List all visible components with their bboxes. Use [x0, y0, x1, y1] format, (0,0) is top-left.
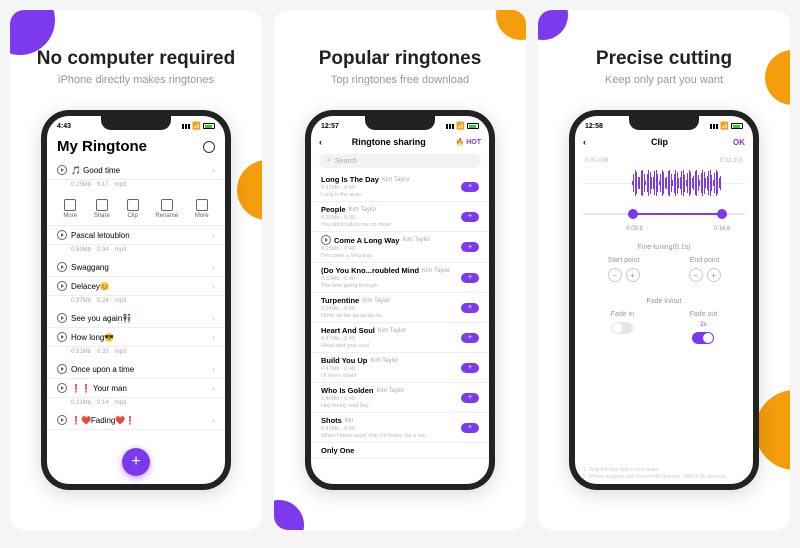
list-item[interactable]: ❗❗ Your man›: [47, 379, 225, 398]
slide-2: Popular ringtones Top ringtones free dow…: [274, 10, 526, 530]
trim-slider[interactable]: [583, 204, 745, 224]
start-minus[interactable]: −: [608, 268, 622, 282]
list-item[interactable]: People Kim Taylor0.35Mb · 0:30You don't …: [311, 202, 489, 232]
list-item[interactable]: Pascal letoublon›: [47, 226, 225, 245]
start-plus[interactable]: +: [626, 268, 640, 282]
slide-3: Precise cutting Keep only part you want …: [538, 10, 790, 530]
fade-label: Fade in/out: [583, 298, 745, 305]
slide-title: Precise cutting: [596, 48, 732, 70]
slide-title: No computer required: [37, 48, 235, 70]
chevron-right-icon: ›: [212, 165, 215, 175]
list-item[interactable]: Long Is The Day Kim Taylor0.47Mb · 0:40L…: [311, 172, 489, 202]
list-item[interactable]: Build You Up Kim Taylor0.47Mb · 0:48I'll…: [311, 353, 489, 383]
list-item[interactable]: Heart And Soul Kim Taylor0.47Mb · 0:40He…: [311, 323, 489, 353]
waveform[interactable]: [583, 168, 745, 198]
download-button[interactable]: +: [461, 303, 479, 313]
list-item[interactable]: Once upon a time›: [47, 360, 225, 379]
play-icon[interactable]: [57, 262, 67, 272]
search-input[interactable]: ⌕Search: [319, 154, 481, 168]
end-handle[interactable]: [717, 209, 727, 219]
hot-link[interactable]: 🔥 HOT: [456, 138, 481, 146]
end-minus[interactable]: −: [689, 268, 703, 282]
download-button[interactable]: +: [461, 242, 479, 252]
play-icon[interactable]: [57, 281, 67, 291]
download-button[interactable]: +: [461, 273, 479, 283]
list-item[interactable]: ❗❤️Fading❤️❗›: [47, 411, 225, 430]
ok-button[interactable]: OK: [733, 138, 745, 147]
download-button[interactable]: +: [461, 363, 479, 373]
slide-subtitle: Keep only part you want: [605, 74, 723, 86]
list-item[interactable]: Turpentine Kim Taylor0.24Mb · 0:40Ohhh d…: [311, 293, 489, 323]
download-button[interactable]: +: [461, 423, 479, 433]
item-toolbar: More Share Clip Rename More: [47, 193, 225, 226]
slide-subtitle: iPhone directly makes ringtones: [58, 74, 214, 86]
phone-mockup: 12:57 📶 ‹ Ringtone sharing 🔥 HOT ⌕Search…: [305, 110, 495, 490]
list-item[interactable]: Who Is Golden Kim Taylor0.40Mb · 0:40Hey…: [311, 383, 489, 413]
play-icon[interactable]: [57, 165, 67, 175]
download-button[interactable]: +: [461, 212, 479, 222]
list-item[interactable]: Come A Long Way Kim Taylor0.25Mb · 0:48I…: [311, 232, 489, 263]
play-icon[interactable]: [57, 415, 67, 425]
back-icon[interactable]: ‹: [583, 137, 586, 147]
tool-more2[interactable]: More: [195, 199, 209, 219]
list-item[interactable]: See you again👫›: [47, 309, 225, 328]
slide-1: No computer required iPhone directly mak…: [10, 10, 262, 530]
gear-icon[interactable]: [203, 141, 215, 153]
tool-share[interactable]: Share: [94, 199, 110, 219]
slide-subtitle: Top ringtones free download: [331, 74, 469, 86]
list-item[interactable]: Delacey😊›: [47, 277, 225, 296]
play-icon[interactable]: [57, 364, 67, 374]
download-button[interactable]: +: [461, 393, 479, 403]
page-title: My Ringtone: [57, 138, 147, 155]
list-item[interactable]: Only One: [311, 443, 489, 459]
fade-in-toggle[interactable]: [611, 322, 633, 334]
phone-mockup: 12:58 📶 ‹ Clip OK 0:00.0000:33.301: [569, 110, 759, 490]
list-item[interactable]: Swaggang›: [47, 258, 225, 277]
play-icon[interactable]: [57, 313, 67, 323]
list-item[interactable]: (Do You Kno...roubled Mind Kim Taylor0.3…: [311, 263, 489, 293]
phone-mockup: 4:43 📶 My Ringtone 🎵 Good time› 0.25Mb0:…: [41, 110, 231, 490]
play-icon[interactable]: [321, 235, 331, 245]
tool-rename[interactable]: Rename: [155, 199, 178, 219]
play-icon[interactable]: [57, 230, 67, 240]
start-handle[interactable]: [628, 209, 638, 219]
list-item[interactable]: 🎵 Good time›: [47, 161, 225, 180]
slide-title: Popular ringtones: [319, 48, 482, 70]
nav-title: Ringtone sharing: [352, 137, 426, 147]
play-icon[interactable]: [57, 383, 67, 393]
list-item[interactable]: Shots Mu0.47Mb · 0:40When I keep sayin' …: [311, 413, 489, 443]
footnote: 1. Drag the blue dots to trim audio2. iP…: [583, 467, 745, 480]
tool-clip[interactable]: Clip: [127, 199, 139, 219]
back-icon[interactable]: ‹: [319, 137, 322, 147]
add-button[interactable]: +: [122, 448, 150, 476]
fade-out-toggle[interactable]: [692, 332, 714, 344]
nav-title: Clip: [651, 137, 668, 147]
list-item[interactable]: How long😎›: [47, 328, 225, 347]
search-icon: ⌕: [327, 157, 331, 165]
tool-more[interactable]: More: [63, 199, 77, 219]
download-button[interactable]: +: [461, 182, 479, 192]
end-plus[interactable]: +: [707, 268, 721, 282]
download-button[interactable]: +: [461, 333, 479, 343]
fine-tune-label: Fine-tuning(0.1s): [583, 244, 745, 251]
play-icon[interactable]: [57, 332, 67, 342]
